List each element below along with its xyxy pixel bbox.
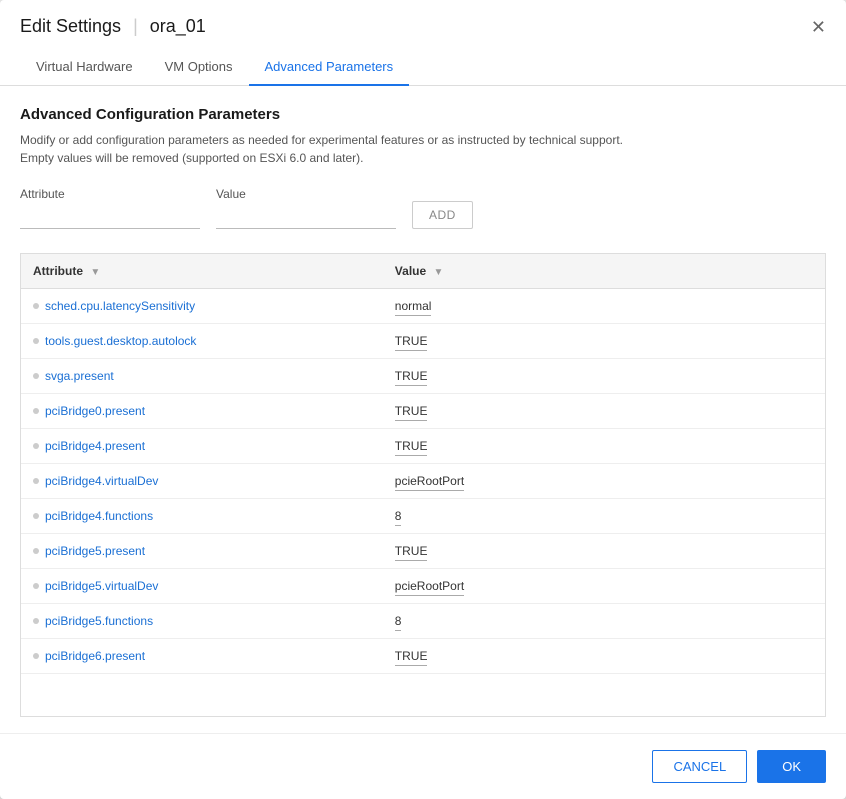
table-row: pciBridge4.virtualDev pcieRootPort <box>21 464 825 499</box>
dialog-vm-name: ora_01 <box>150 16 206 37</box>
val-text-3: TRUE <box>395 404 428 421</box>
tab-virtual-hardware[interactable]: Virtual Hardware <box>20 49 149 86</box>
val-text-6: 8 <box>395 509 402 526</box>
column-header-value: Value ▼ <box>383 254 825 289</box>
attr-dot-6 <box>33 513 39 519</box>
value-input[interactable] <box>216 205 396 229</box>
section-description: Modify or add configuration parameters a… <box>20 131 826 167</box>
table-row: tools.guest.desktop.autolock TRUE <box>21 324 825 359</box>
val-cell-4: TRUE <box>383 429 825 464</box>
attr-dot-9 <box>33 618 39 624</box>
attribute-filter-icon[interactable]: ▼ <box>90 267 100 278</box>
attr-link-0[interactable]: sched.cpu.latencySensitivity <box>45 299 195 313</box>
table-row: pciBridge6.present TRUE <box>21 639 825 674</box>
attr-dot-8 <box>33 583 39 589</box>
table-row: svga.present TRUE <box>21 359 825 394</box>
attr-link-2[interactable]: svga.present <box>45 369 114 383</box>
val-text-0: normal <box>395 299 432 316</box>
attr-link-6[interactable]: pciBridge4.functions <box>45 509 153 523</box>
attr-dot-4 <box>33 443 39 449</box>
attr-dot-10 <box>33 653 39 659</box>
section-desc-line2: Empty values will be removed (supported … <box>20 151 364 165</box>
attr-dot-7 <box>33 548 39 554</box>
attr-link-8[interactable]: pciBridge5.virtualDev <box>45 579 158 593</box>
tab-bar: Virtual Hardware VM Options Advanced Par… <box>0 49 846 86</box>
val-cell-10: TRUE <box>383 639 825 674</box>
attr-cell-6: pciBridge4.functions <box>21 499 383 534</box>
content-area: Advanced Configuration Parameters Modify… <box>0 86 846 717</box>
val-cell-0: normal <box>383 289 825 324</box>
attr-cell-10: pciBridge6.present <box>21 639 383 674</box>
val-text-9: 8 <box>395 614 402 631</box>
table-row: pciBridge4.functions 8 <box>21 499 825 534</box>
attribute-label: Attribute <box>20 187 200 201</box>
attr-cell-2: svga.present <box>21 359 383 394</box>
attr-link-3[interactable]: pciBridge0.present <box>45 404 145 418</box>
value-input-group: Value <box>216 187 396 229</box>
attr-link-4[interactable]: pciBridge4.present <box>45 439 145 453</box>
val-cell-8: pcieRootPort <box>383 569 825 604</box>
edit-settings-dialog: Edit Settings | ora_01 ✕ Virtual Hardwar… <box>0 0 846 799</box>
add-parameter-row: Attribute Value ADD <box>20 187 826 229</box>
value-label: Value <box>216 187 396 201</box>
attr-link-10[interactable]: pciBridge6.present <box>45 649 145 663</box>
attr-dot-5 <box>33 478 39 484</box>
val-cell-1: TRUE <box>383 324 825 359</box>
attr-dot-0 <box>33 303 39 309</box>
attr-cell-7: pciBridge5.present <box>21 534 383 569</box>
attribute-input[interactable] <box>20 205 200 229</box>
val-cell-7: TRUE <box>383 534 825 569</box>
val-cell-3: TRUE <box>383 394 825 429</box>
tab-advanced-parameters[interactable]: Advanced Parameters <box>249 49 410 86</box>
attr-cell-1: tools.guest.desktop.autolock <box>21 324 383 359</box>
section-desc-line1: Modify or add configuration parameters a… <box>20 133 623 147</box>
dialog-header: Edit Settings | ora_01 ✕ <box>0 0 846 37</box>
val-text-10: TRUE <box>395 649 428 666</box>
val-cell-2: TRUE <box>383 359 825 394</box>
dialog-title: Edit Settings <box>20 16 121 37</box>
close-button[interactable]: ✕ <box>807 14 830 40</box>
tab-vm-options[interactable]: VM Options <box>149 49 249 86</box>
table-row: pciBridge5.functions 8 <box>21 604 825 639</box>
table-row: pciBridge5.virtualDev pcieRootPort <box>21 569 825 604</box>
attr-dot-3 <box>33 408 39 414</box>
table-row: pciBridge5.present TRUE <box>21 534 825 569</box>
table-header-row: Attribute ▼ Value ▼ <box>21 254 825 289</box>
val-cell-5: pcieRootPort <box>383 464 825 499</box>
attr-cell-0: sched.cpu.latencySensitivity <box>21 289 383 324</box>
ok-button[interactable]: OK <box>757 750 826 783</box>
val-text-5: pcieRootPort <box>395 474 464 491</box>
dialog-separator: | <box>133 16 138 37</box>
attr-cell-5: pciBridge4.virtualDev <box>21 464 383 499</box>
add-button[interactable]: ADD <box>412 201 473 229</box>
attr-cell-3: pciBridge0.present <box>21 394 383 429</box>
attr-cell-9: pciBridge5.functions <box>21 604 383 639</box>
table-row: pciBridge0.present TRUE <box>21 394 825 429</box>
parameters-table-container: Attribute ▼ Value ▼ sched.cpu.latencySen… <box>20 253 826 717</box>
val-text-7: TRUE <box>395 544 428 561</box>
val-cell-6: 8 <box>383 499 825 534</box>
table-row: pciBridge4.present TRUE <box>21 429 825 464</box>
val-cell-9: 8 <box>383 604 825 639</box>
attr-dot-2 <box>33 373 39 379</box>
dialog-footer: CANCEL OK <box>0 733 846 799</box>
attr-link-1[interactable]: tools.guest.desktop.autolock <box>45 334 196 348</box>
attr-link-9[interactable]: pciBridge5.functions <box>45 614 153 628</box>
value-filter-icon[interactable]: ▼ <box>434 267 444 278</box>
section-title: Advanced Configuration Parameters <box>20 106 826 123</box>
column-header-attribute: Attribute ▼ <box>21 254 383 289</box>
attr-dot-1 <box>33 338 39 344</box>
val-text-4: TRUE <box>395 439 428 456</box>
cancel-button[interactable]: CANCEL <box>652 750 747 783</box>
attr-cell-8: pciBridge5.virtualDev <box>21 569 383 604</box>
parameters-table: Attribute ▼ Value ▼ sched.cpu.latencySen… <box>21 254 825 674</box>
val-text-2: TRUE <box>395 369 428 386</box>
attr-link-5[interactable]: pciBridge4.virtualDev <box>45 474 158 488</box>
val-text-1: TRUE <box>395 334 428 351</box>
attr-cell-4: pciBridge4.present <box>21 429 383 464</box>
val-text-8: pcieRootPort <box>395 579 464 596</box>
attribute-input-group: Attribute <box>20 187 200 229</box>
attr-link-7[interactable]: pciBridge5.present <box>45 544 145 558</box>
table-row: sched.cpu.latencySensitivity normal <box>21 289 825 324</box>
